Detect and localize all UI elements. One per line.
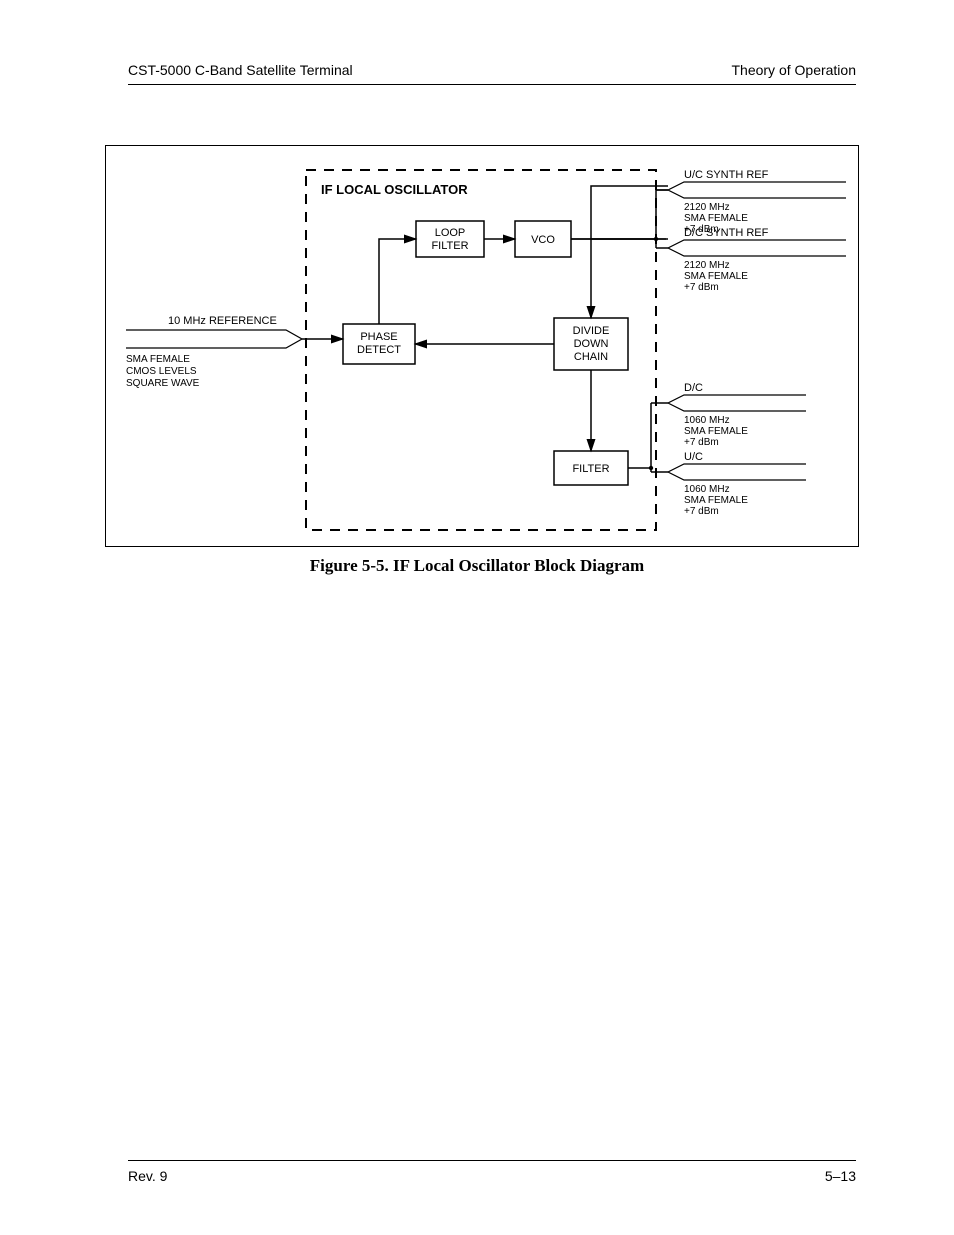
page: CST-5000 C-Band Satellite Terminal Theor… xyxy=(0,0,954,1235)
page-footer: Rev. 9 5–13 xyxy=(128,1168,856,1184)
out-uc-d2: SMA FEMALE xyxy=(684,495,748,506)
ddc-l3: CHAIN xyxy=(574,351,608,363)
footer-left: Rev. 9 xyxy=(128,1168,167,1184)
out-dc-synth-d2: SMA FEMALE xyxy=(684,271,748,282)
out-dc-d2: SMA FEMALE xyxy=(684,426,748,437)
header-left: CST-5000 C-Band Satellite Terminal xyxy=(128,62,353,78)
loop-filter-l1: LOOP xyxy=(435,227,466,239)
diagram-title: IF LOCAL OSCILLATOR xyxy=(321,182,468,197)
out-dc-d1: 1060 MHz xyxy=(684,415,730,426)
out-dc-d3: +7 dBm xyxy=(684,437,719,448)
out-uc-d1: 1060 MHz xyxy=(684,484,730,495)
loop-filter-l2: FILTER xyxy=(431,240,468,252)
out-uc-label: U/C xyxy=(684,451,703,463)
input-d1: SMA FEMALE xyxy=(126,354,190,365)
input-d3: SQUARE WAVE xyxy=(126,378,200,389)
phase-detect-l2: DETECT xyxy=(357,344,401,356)
vco-label: VCO xyxy=(531,234,555,246)
figure-frame: IF LOCAL OSCILLATOR LOOP FILTER VCO PHAS… xyxy=(105,145,859,547)
phase-detect-l1: PHASE xyxy=(360,331,397,343)
header-rule xyxy=(128,84,856,85)
input-label: 10 MHz REFERENCE xyxy=(168,315,277,327)
out-uc-d3: +7 dBm xyxy=(684,506,719,517)
block-diagram-svg: IF LOCAL OSCILLATOR LOOP FILTER VCO PHAS… xyxy=(106,146,858,546)
page-header: CST-5000 C-Band Satellite Terminal Theor… xyxy=(128,62,856,78)
input-d2: CMOS LEVELS xyxy=(126,366,197,377)
figure-caption: Figure 5-5. IF Local Oscillator Block Di… xyxy=(0,556,954,576)
filter-label: FILTER xyxy=(572,463,609,475)
out-uc-synth-d2: SMA FEMALE xyxy=(684,213,748,224)
out-dc-label: D/C xyxy=(684,382,703,394)
footer-rule xyxy=(128,1160,856,1161)
header-right: Theory of Operation xyxy=(731,62,856,78)
footer-right: 5–13 xyxy=(825,1168,856,1184)
out-dc-synth-label: D/C SYNTH REF xyxy=(684,227,769,239)
ddc-l2: DOWN xyxy=(574,338,609,350)
out-uc-synth-d1: 2120 MHz xyxy=(684,202,730,213)
out-dc-synth-d3: +7 dBm xyxy=(684,282,719,293)
out-dc-synth-d1: 2120 MHz xyxy=(684,260,730,271)
out-uc-synth-label: U/C SYNTH REF xyxy=(684,169,769,181)
ddc-l1: DIVIDE xyxy=(573,325,610,337)
